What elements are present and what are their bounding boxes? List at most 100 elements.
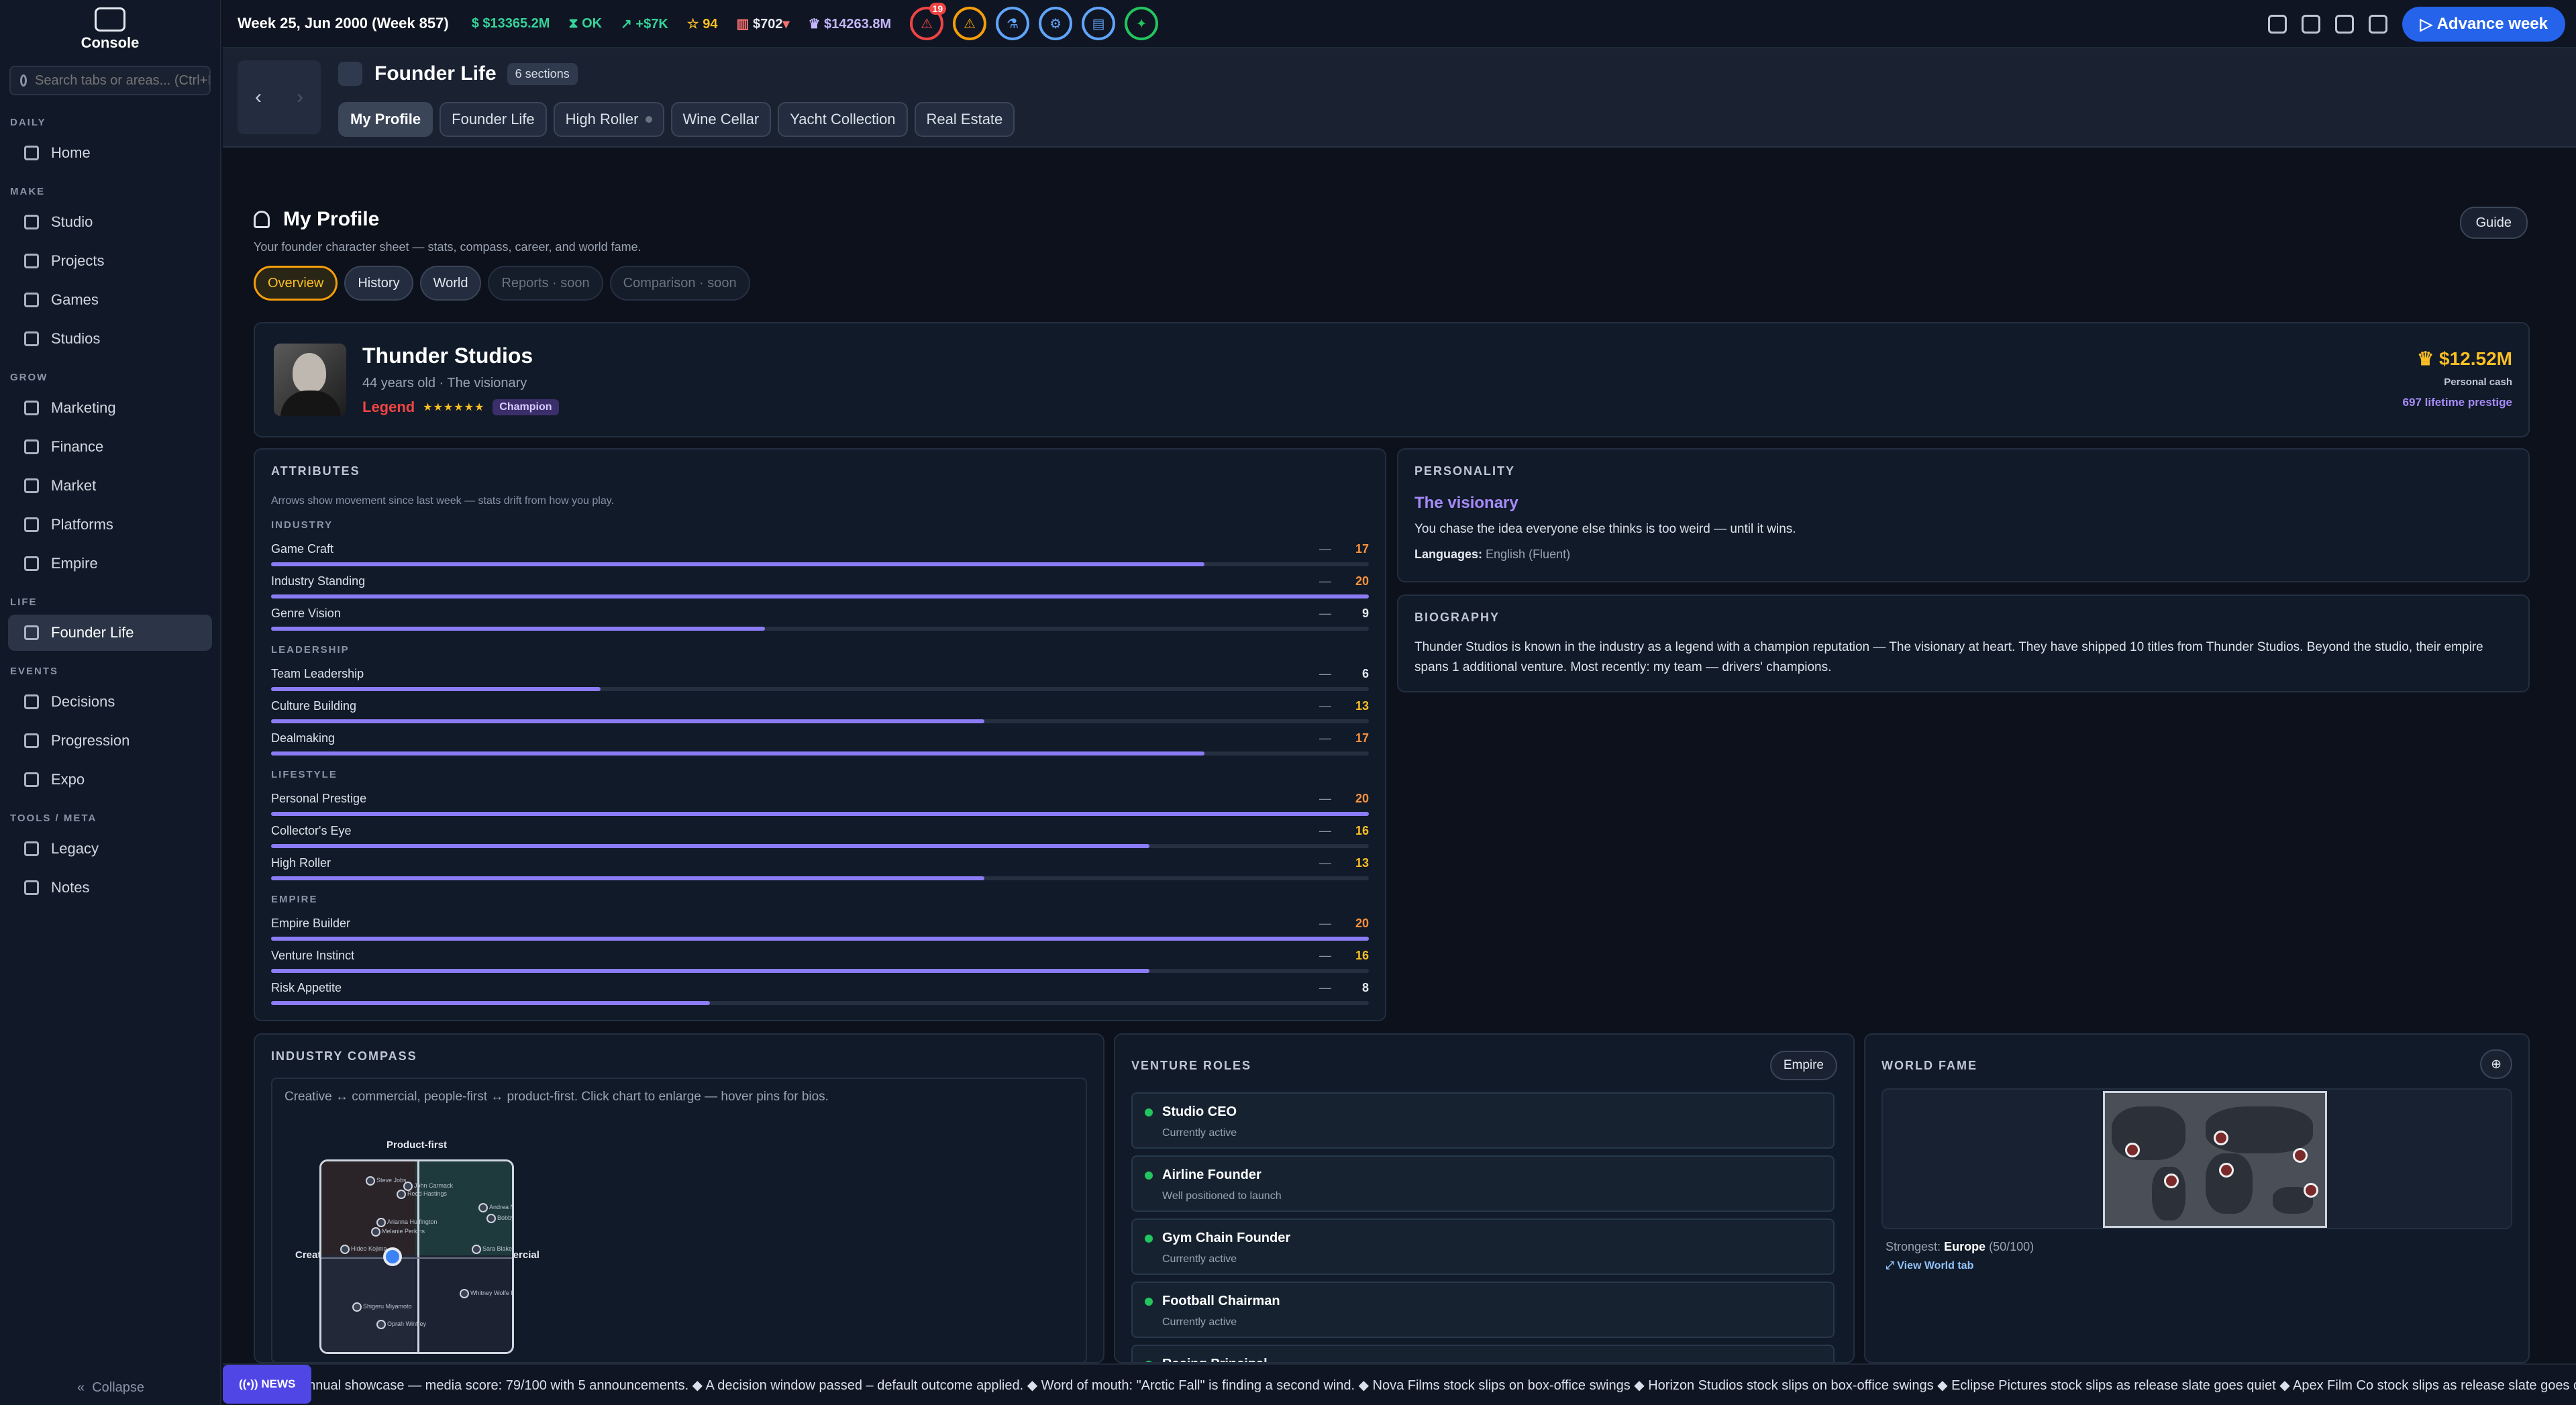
tab-high-roller[interactable]: High Roller — [553, 102, 664, 137]
founder-pin[interactable] — [371, 1227, 380, 1237]
founder-pin[interactable] — [472, 1245, 481, 1254]
flask-icon — [24, 733, 39, 748]
chevron-left-icon: ‹ — [255, 86, 262, 108]
ticker-text: annual showcase — media score: 79/100 wi… — [301, 1378, 2576, 1393]
sidebar-search[interactable] — [9, 66, 211, 95]
founder-pin-label: Reed Hastings — [407, 1190, 448, 1197]
founder-pin-label: Arianna Huffington — [387, 1218, 437, 1225]
sidebar-item-notes[interactable]: Notes — [8, 870, 212, 906]
founder-pin[interactable] — [478, 1203, 488, 1212]
venture-role-status: Currently active — [1162, 1316, 1237, 1328]
legacy-button[interactable]: ▤ — [1082, 7, 1116, 40]
attribute-bar — [271, 719, 1369, 723]
tab-wine-cellar[interactable]: Wine Cellar — [670, 102, 772, 137]
sidebar-item-decisions[interactable]: Decisions — [8, 684, 212, 720]
founder-pin[interactable] — [376, 1218, 386, 1227]
venture-role-gym-chain-founder[interactable]: Gym Chain Founder Currently active — [1131, 1218, 1835, 1275]
founder-pin[interactable] — [376, 1320, 386, 1329]
sidebar-item-home[interactable]: Home — [8, 135, 212, 171]
founder-pin[interactable] — [366, 1176, 375, 1186]
founder-pin[interactable] — [403, 1182, 413, 1191]
subtab-world[interactable]: World — [419, 266, 482, 301]
tab-founder-life[interactable]: Founder Life — [440, 102, 547, 137]
player-pin[interactable] — [383, 1247, 402, 1266]
back-button[interactable]: ‹ — [238, 60, 279, 134]
world-map[interactable] — [1882, 1088, 2512, 1229]
price-stat: ▥ $702▾ — [737, 15, 790, 32]
founder-pin[interactable] — [460, 1289, 469, 1298]
guide-button[interactable]: Guide — [2459, 207, 2528, 239]
alerts-button[interactable]: ⚠ 19 — [910, 3, 947, 40]
map-pin[interactable] — [2214, 1131, 2228, 1145]
history-nav: ‹ › — [238, 60, 321, 134]
sidebar-item-empire[interactable]: Empire — [8, 545, 212, 582]
founder-pin[interactable] — [340, 1245, 350, 1254]
group-label-make: MAKE — [10, 186, 46, 197]
sidebar-item-founder-life[interactable]: Founder Life — [8, 615, 212, 651]
attribute-bar — [271, 562, 1369, 566]
compass-plot[interactable]: Steve Jobs John Carmack Reed Hastings Andre… — [319, 1159, 514, 1354]
tab-real-estate[interactable]: Real Estate — [914, 102, 1015, 137]
sidebar-item-expo[interactable]: Expo — [8, 762, 212, 798]
settings-circle-button[interactable]: ⚙ — [1039, 7, 1073, 40]
crown-icon: ♛ — [2417, 348, 2440, 369]
world-fame-globe-button[interactable]: ⊕ — [2480, 1049, 2512, 1079]
map-pin[interactable] — [2164, 1174, 2179, 1188]
attribute-bar-fill — [271, 812, 1369, 816]
research-button[interactable]: ⚗ — [996, 7, 1030, 40]
sidebar-item-progression[interactable]: Progression — [8, 723, 212, 759]
venture-role-studio-ceo[interactable]: Studio CEO Currently active — [1131, 1092, 1835, 1149]
founder-pin[interactable] — [352, 1302, 362, 1312]
notes-icon — [24, 880, 39, 895]
events-button[interactable]: ⚠ — [953, 7, 987, 40]
view-world-link[interactable]: ⤢ View World tab — [1886, 1260, 1973, 1272]
layout-icon[interactable] — [2369, 15, 2388, 34]
map-pin[interactable] — [2304, 1183, 2318, 1198]
advance-week-button[interactable]: ▷ Advance week — [2402, 7, 2565, 42]
search-input[interactable] — [35, 72, 209, 89]
subtab-overview[interactable]: Overview — [254, 266, 338, 301]
sidebar-item-label: Expo — [51, 771, 85, 788]
venture-role-football-chairman[interactable]: Football Chairman Currently active — [1131, 1282, 1835, 1338]
gear-icon[interactable] — [2335, 15, 2355, 34]
map-pin[interactable] — [2125, 1143, 2140, 1157]
trend-up-icon: ↗ — [621, 16, 636, 32]
sidebar-item-studio[interactable]: Studio — [8, 204, 212, 240]
sidebar-item-market[interactable]: Market — [8, 468, 212, 504]
attribute-bar-fill — [271, 594, 1369, 599]
forward-button[interactable]: › — [279, 60, 321, 134]
subtab-history[interactable]: History — [344, 266, 413, 301]
rating-stat: ☆ 94 — [687, 15, 718, 32]
sidebar-item-studios[interactable]: Studios — [8, 321, 212, 357]
attribute-value: 20 — [1355, 917, 1369, 930]
rank-label: Legend — [362, 399, 415, 415]
personal-cash: ♛ $12.52M Personal cash 697 lifetime pre… — [2403, 348, 2512, 409]
news-tag[interactable]: ((•)) NEWS — [223, 1365, 312, 1404]
venture-role-airline-founder[interactable]: Airline Founder Well positioned to launch — [1131, 1155, 1835, 1212]
sidebar-item-projects[interactable]: Projects — [8, 243, 212, 279]
collapse-button[interactable]: « Collapse — [0, 1380, 221, 1396]
empire-button[interactable]: Empire — [1769, 1051, 1837, 1080]
founder-pin[interactable] — [486, 1214, 496, 1223]
compass-chart-area[interactable]: Creative ↔ commercial, people-first ↔ pr… — [271, 1078, 1087, 1363]
music-icon[interactable] — [2268, 15, 2287, 34]
rating-value: 94 — [703, 16, 718, 32]
sidebar-item-games[interactable]: Games — [8, 282, 212, 318]
founder-pin[interactable] — [397, 1190, 406, 1199]
sidebar-item-marketing[interactable]: Marketing — [8, 390, 212, 426]
group-label-grow: GROW — [10, 372, 48, 383]
tab-my-profile[interactable]: My Profile — [338, 102, 433, 137]
sidebar-item-finance[interactable]: Finance — [8, 429, 212, 465]
venture-role-racing-principal[interactable]: Racing Principal — [1131, 1345, 1835, 1362]
sidebar-item-legacy[interactable]: Legacy — [8, 831, 212, 867]
founder-button[interactable]: ✦ — [1125, 7, 1159, 40]
attribute-value: 6 — [1361, 667, 1369, 680]
founder-name: Thunder Studios — [362, 344, 533, 368]
sidebar-item-platforms[interactable]: Platforms — [8, 507, 212, 543]
tab-yacht-collection[interactable]: Yacht Collection — [778, 102, 908, 137]
map-pin[interactable] — [2219, 1163, 2234, 1178]
book-open-icon[interactable] — [2302, 15, 2321, 34]
map-pin[interactable] — [2293, 1148, 2308, 1163]
founder-rank: Legend ★★★★★★ Champion — [362, 399, 559, 416]
app-logo[interactable]: Console — [0, 0, 220, 59]
